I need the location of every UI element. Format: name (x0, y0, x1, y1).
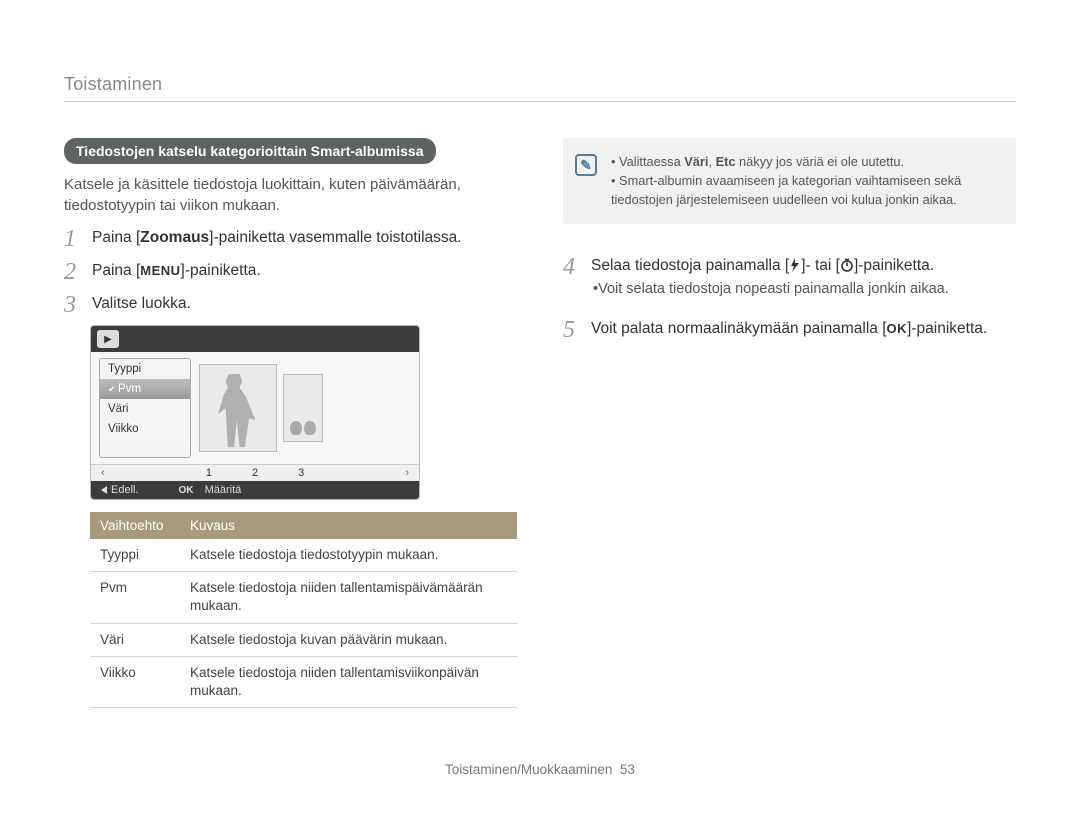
footer-page-number: 53 (620, 762, 635, 777)
timer-icon (840, 254, 854, 277)
step-4-text-post: ]-painiketta. (854, 257, 934, 274)
ok-hint: OK Määritä (179, 484, 242, 496)
section-heading-pill: Tiedostojen katselu kategorioittain Smar… (64, 138, 436, 164)
step-number: 3 (64, 292, 92, 317)
table-row: Tyyppi Katsele tiedostoja tiedostotyypin… (90, 539, 517, 572)
step-2: 2 Paina [MENU]-painiketta. (64, 259, 517, 284)
category-option-type: Tyyppi (100, 359, 190, 379)
table-cell-value: Katsele tiedostoja kuvan päävärin mukaan… (180, 623, 517, 656)
menu-button-label: MENU (140, 261, 180, 281)
table-row: Viikko Katsele tiedostoja niiden tallent… (90, 656, 517, 707)
right-column: ✎ Valittaessa Väri, Etc näkyy jos väriä … (563, 138, 1016, 708)
note-info-icon: ✎ (575, 154, 597, 176)
note-line-2: Smart-albumin avaamiseen ja kategorian v… (611, 171, 1000, 209)
step-number: 2 (64, 259, 92, 284)
step-3: 3 Valitse luokka. (64, 292, 517, 317)
left-triangle-icon (101, 486, 107, 494)
step-1-text-post: ]-painiketta vasemmalle toistotilassa. (209, 229, 461, 246)
step-1: 1 Paina [Zoomaus]-painiketta vasemmalle … (64, 226, 517, 251)
step-5-text-post: -painiketta. (911, 320, 987, 337)
step-number: 1 (64, 226, 92, 251)
step-5-text-pre: Voit palata normaalinäkymään painamalla (591, 320, 882, 337)
person-silhouette-icon (208, 374, 261, 451)
step-2-text-post: ]-painiketta. (181, 262, 261, 279)
playback-mode-icon: ▶ (97, 330, 119, 348)
thumbnail-2 (283, 374, 323, 442)
category-option-week: Viikko (100, 419, 190, 439)
step-1-zoom-label: Zoomaus (140, 229, 209, 246)
step-4-text-pre: Selaa tiedostoja painamalla [ (591, 257, 789, 274)
options-table: Vaihtoehto Kuvaus Tyyppi Katsele tiedost… (90, 512, 517, 708)
step-4-sub-bullet: Voit selata tiedostoja nopeasti painamal… (593, 279, 1016, 301)
flash-icon (789, 254, 801, 277)
table-head-option: Vaihtoehto (90, 512, 180, 539)
note-line-1: Valittaessa Väri, Etc näkyy jos väriä ei… (611, 152, 1000, 171)
table-row: Pvm Katsele tiedostoja niiden tallentami… (90, 572, 517, 623)
step-number: 4 (563, 254, 591, 279)
intro-paragraph: Katsele ja käsittele tiedostoja luokitta… (64, 174, 517, 216)
table-cell-key: Väri (90, 623, 180, 656)
footer-section-label: Toistaminen/Muokkaaminen (445, 762, 612, 777)
page-footer: Toistaminen/Muokkaaminen 53 (0, 762, 1080, 777)
page-title: Toistaminen (64, 74, 1016, 102)
step-4: 4 Selaa tiedostoja painamalla [ ]- tai []… (563, 254, 1016, 309)
table-head-description: Kuvaus (180, 512, 517, 539)
category-option-color: Väri (100, 399, 190, 419)
camera-ui-screenshot: ▶ Tyyppi Pvm Väri Viikko (90, 325, 420, 500)
pager-1: 1 (206, 467, 212, 479)
pager-right-arrow-icon: › (405, 467, 409, 479)
step-2-text-pre: Paina [ (92, 262, 140, 279)
step-5: 5 Voit palata normaalinäkymään painamall… (563, 317, 1016, 342)
left-column: Tiedostojen katselu kategorioittain Smar… (64, 138, 517, 708)
step-4-text-mid: ]- tai [ (801, 257, 840, 274)
table-cell-value: Katsele tiedostoja tiedostotyypin mukaan… (180, 539, 517, 572)
step-number: 5 (563, 317, 591, 342)
table-cell-value: Katsele tiedostoja niiden tallentamispäi… (180, 572, 517, 623)
step-1-text-pre: Paina [ (92, 229, 140, 246)
table-cell-key: Pvm (90, 572, 180, 623)
category-option-date-selected: Pvm (100, 379, 190, 399)
pager-2: 2 (252, 467, 258, 479)
category-dropdown: Tyyppi Pvm Väri Viikko (99, 358, 191, 458)
table-cell-value: Katsele tiedostoja niiden tallentamisvii… (180, 656, 517, 707)
pager-left-arrow-icon: ‹ (101, 467, 105, 479)
note-box: ✎ Valittaessa Väri, Etc näkyy jos väriä … (563, 138, 1016, 224)
thumbnail-1 (199, 364, 277, 452)
table-cell-key: Viikko (90, 656, 180, 707)
table-row: Väri Katsele tiedostoja kuvan päävärin m… (90, 623, 517, 656)
step-3-text: Valitse luokka. (92, 292, 517, 315)
ok-button-label: OK (887, 319, 908, 339)
pager-3: 3 (298, 467, 304, 479)
back-hint: Edell. (101, 484, 139, 496)
table-cell-key: Tyyppi (90, 539, 180, 572)
